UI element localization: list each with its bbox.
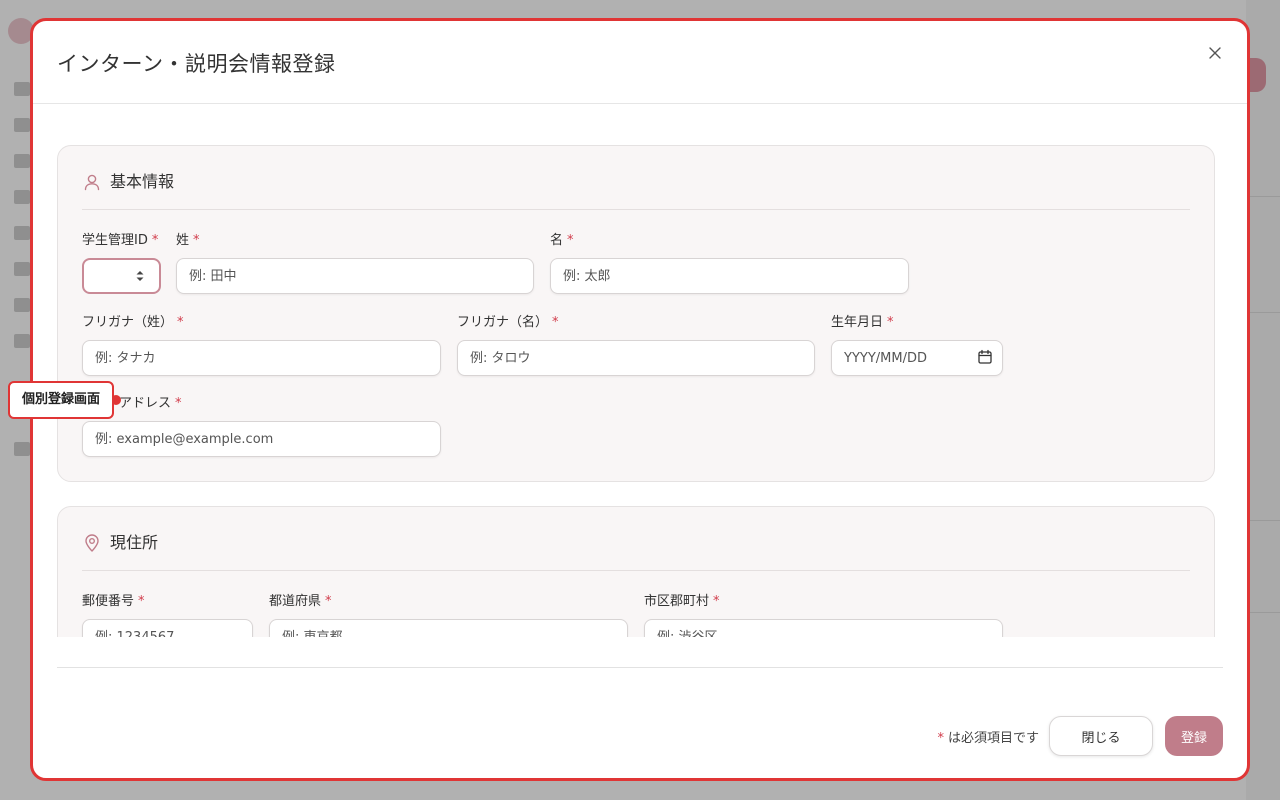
section-header: 現住所 xyxy=(82,533,1190,571)
prefecture-field: 都道府県 * xyxy=(269,593,628,637)
address-section: 現住所 郵便番号* 都道府県* 市区郡町村* xyxy=(57,506,1215,637)
close-button[interactable] xyxy=(1205,43,1225,63)
sidebar-icon xyxy=(14,442,30,456)
city-input[interactable] xyxy=(644,619,1003,637)
required-note: * は必須項目です xyxy=(937,730,1039,746)
email-input[interactable] xyxy=(82,421,441,457)
postal-code-field: 郵便番号 * xyxy=(82,593,253,637)
sidebar-icon xyxy=(14,118,30,132)
sidebar-icon xyxy=(14,190,30,204)
city-field: 市区郡町村 * xyxy=(644,593,1003,637)
student-id-field: 学生管理ID * xyxy=(82,232,162,294)
background-panel xyxy=(1246,0,1280,800)
prefecture-input[interactable] xyxy=(269,619,628,637)
annotation-badge: 個別登録画面 xyxy=(8,381,115,419)
stepper-arrows-icon[interactable] xyxy=(135,269,145,283)
sidebar-icon xyxy=(14,82,30,96)
student-id-input[interactable] xyxy=(82,258,161,294)
first-name-kana-input[interactable] xyxy=(457,340,815,376)
background-divider xyxy=(1250,196,1280,197)
sidebar-icon xyxy=(14,154,30,168)
field-label: アドレス * xyxy=(119,396,182,411)
first-name-kana-field: フリガナ（名） * xyxy=(457,314,815,376)
field-label: 名 * xyxy=(550,233,574,248)
dialog-footer: * は必須項目です 閉じる 登録 xyxy=(937,716,1223,756)
first-name-field: 名 * xyxy=(550,232,909,294)
sidebar-icon xyxy=(14,226,30,240)
close-icon xyxy=(1209,47,1221,59)
last-name-input[interactable] xyxy=(176,258,534,294)
section-title: 現住所 xyxy=(110,533,159,552)
field-label: 市区郡町村 * xyxy=(644,594,720,609)
background-divider xyxy=(1250,612,1280,613)
sidebar-icon xyxy=(14,262,30,276)
background-divider xyxy=(1250,312,1280,313)
dialog-body[interactable]: 基本情報 学生管理ID* 姓* 名* xyxy=(33,105,1247,637)
birth-date-field: 生年月日 * xyxy=(831,314,1003,376)
last-name-kana-field: フリガナ（姓） * xyxy=(82,314,441,376)
background-divider xyxy=(1250,520,1280,521)
sidebar-icon xyxy=(14,334,30,348)
last-name-field: 姓 * xyxy=(176,232,534,294)
registration-dialog: インターン・説明会情報登録 基本情報 学生管理ID * 姓 * 例: 田中 名 … xyxy=(30,18,1250,781)
first-name-input[interactable] xyxy=(550,258,909,294)
basic-info-section: 基本情報 学生管理ID* 姓* 名* xyxy=(57,145,1215,482)
calendar-icon[interactable] xyxy=(977,349,993,365)
field-label: 郵便番号 * xyxy=(82,594,145,609)
field-label: フリガナ（名） * xyxy=(457,315,559,330)
last-name-kana-input[interactable] xyxy=(82,340,441,376)
section-header: 基本情報 xyxy=(82,172,1190,210)
close-dialog-button[interactable]: 閉じる xyxy=(1049,716,1153,756)
email-field: アドレス * xyxy=(82,395,441,457)
register-button[interactable]: 登録 xyxy=(1165,716,1223,756)
footer-divider xyxy=(57,667,1223,668)
field-label: 姓 * xyxy=(176,233,200,248)
field-label: 生年月日 * xyxy=(831,315,894,330)
postal-code-input[interactable] xyxy=(82,619,253,637)
section-title: 基本情報 xyxy=(110,172,175,191)
field-label: 学生管理ID * xyxy=(82,233,159,248)
dialog-title: インターン・説明会情報登録 xyxy=(57,52,336,76)
dialog-header: インターン・説明会情報登録 xyxy=(33,21,1247,104)
location-pin-icon xyxy=(85,534,99,552)
field-label: 都道府県 * xyxy=(269,594,332,609)
user-icon xyxy=(84,174,100,191)
sidebar-icon xyxy=(14,298,30,312)
field-label: フリガナ（姓） * xyxy=(82,315,184,330)
